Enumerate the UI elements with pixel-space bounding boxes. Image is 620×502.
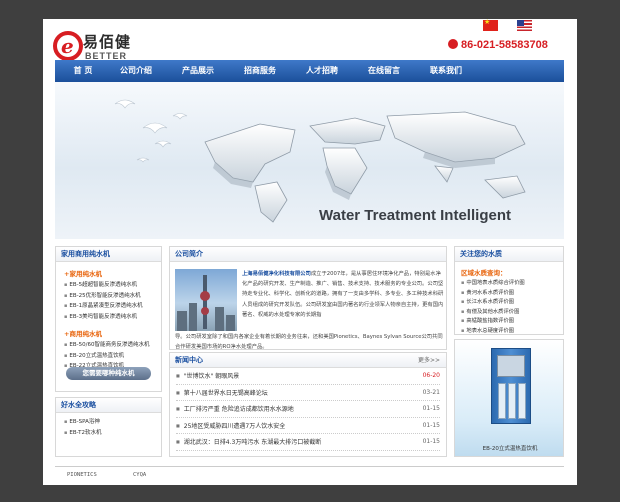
page: e 易佰健 BETTER 86-021-58583708 首 页 公司介绍 产品… <box>43 19 577 485</box>
banner: Water Treatment Intelligent <box>55 82 564 239</box>
footer-link[interactable]: PIONETICS <box>67 472 97 478</box>
us-flag-icon[interactable] <box>517 20 532 31</box>
water-quality-title: 关注您的水质 <box>455 247 563 262</box>
products-title: 家用商用纯水机 <box>56 247 161 262</box>
product-link[interactable]: EB-20立式温热直饮机 <box>64 351 161 362</box>
banner-tagline: Water Treatment Intelligent <box>319 207 511 224</box>
news-item-date: 01-15 <box>422 405 440 412</box>
nav-home[interactable]: 首 页 <box>61 60 105 82</box>
commercial-category[interactable]: +商用纯水机 <box>64 328 161 338</box>
water-quality-link[interactable]: 地表水总硬度评价图 <box>461 327 563 337</box>
household-category[interactable]: +家用纯水机 <box>64 268 161 278</box>
water-quality-link[interactable]: 中国地表水质综合评价图 <box>461 279 563 289</box>
news-item-title[interactable]: 湖北武汉：日排4.3万吨污水 东湖最大排污口被截断 <box>176 434 321 450</box>
about-text: 上海易佰健净化科技有限公司成立于2007年，是从事居住环境净化产品，特别是水净化… <box>242 269 444 320</box>
logo-mark: e <box>53 31 83 61</box>
tips-box: 好水全攻略 EB-SPA浴神 EB-T2软水机 <box>55 397 162 457</box>
nav-business[interactable]: 招商服务 <box>229 60 291 82</box>
tips-link[interactable]: EB-T2软水机 <box>64 428 161 439</box>
tips-title: 好水全攻略 <box>56 398 161 413</box>
which-purifier-button[interactable]: 您需要哪种纯水机 <box>66 367 151 380</box>
phone-number: 86-021-58583708 <box>448 39 548 51</box>
china-flag-icon[interactable] <box>483 19 498 31</box>
product-link[interactable]: EB-25优形智能反渗透纯水机 <box>64 291 161 302</box>
about-title: 公司简介 <box>170 247 446 262</box>
nav-about[interactable]: 公司介绍 <box>105 60 167 82</box>
company-name[interactable]: 上海易佰健净化科技有限公司 <box>242 271 311 277</box>
company-photo <box>175 269 237 331</box>
region-query-label: 区域水质查询： <box>461 269 507 277</box>
news-more-link[interactable]: 更多>> <box>418 353 446 367</box>
product-caption: EB-20立式温热直饮机 <box>482 446 538 452</box>
news-item[interactable]: 25地区受威胁四川遭遇7万人饮水安全 01-15 <box>176 418 440 434</box>
water-quality-link[interactable]: 黄河水系水质评价图 <box>461 289 563 299</box>
news-item[interactable]: "世博饮水" 朝眼风景 06-20 <box>176 368 440 385</box>
water-quality-link[interactable]: 长江水系水质评价图 <box>461 298 563 308</box>
news-item[interactable]: 第十八届世界水日无锡高峰论坛 03-21 <box>176 385 440 401</box>
product-showcase[interactable]: EB-20立式温热直饮机 <box>454 339 564 457</box>
news-item-date: 01-15 <box>422 438 440 445</box>
news-item-date: 01-15 <box>422 421 440 429</box>
product-link[interactable]: EB-1原晶紧凑型反渗透纯水机 <box>64 301 161 312</box>
product-link[interactable]: EB-3美吗智能反渗透纯水机 <box>64 312 161 323</box>
news-item-date: 06-20 <box>422 372 440 379</box>
nav-jobs[interactable]: 人才招聘 <box>291 60 353 82</box>
news-title: 新闻中心 <box>175 356 203 364</box>
footer: PIONETICS CYQA <box>55 466 564 485</box>
tips-link[interactable]: EB-SPA浴神 <box>64 417 161 428</box>
phone-text: 86-021-58583708 <box>461 39 548 51</box>
product-link[interactable]: EB-50/60智能商务反渗透纯水机 <box>64 340 161 351</box>
about-description: 成立于2007年，是从事居住环境净化产品，特别是水净化产品的研究开发、生产制造、… <box>242 271 444 318</box>
products-box: 家用商用纯水机 +家用纯水机 EB-5超超智能反渗透纯水机 EB-25优形智能反… <box>55 246 162 392</box>
product-link[interactable]: EB-5超超智能反渗透纯水机 <box>64 280 161 291</box>
nav-contact[interactable]: 联系我们 <box>415 60 477 82</box>
about-text-continued: 导。公司研发室除了和国内各家企业有着长期的业务往来，还和美国Pionetics、… <box>175 334 443 350</box>
news-item[interactable]: 工厂排污严重 危险追访成都饮用水水源地 01-15 <box>176 401 440 418</box>
water-purifier-image <box>491 348 531 424</box>
news-item[interactable]: 湖北武汉：日排4.3万吨污水 东湖最大排污口被截断 01-15 <box>176 434 440 451</box>
news-item-title[interactable]: 第十八届世界水日无锡高峰论坛 <box>176 385 268 401</box>
about-box: 公司简介 上海易佰健净化科技有限公司成立于2007年，是从事居住环境净化产品，特… <box>169 246 447 350</box>
footer-link[interactable]: CYQA <box>133 472 146 478</box>
logo-cn-text: 易佰健 <box>83 33 132 51</box>
water-quality-link[interactable]: 有偿及其他水质评价图 <box>461 308 563 318</box>
news-item-title[interactable]: 工厂排污严重 危险追访成都饮用水水源地 <box>176 401 294 417</box>
news-item-title[interactable]: 25地区受威胁四川遭遇7万人饮水安全 <box>176 418 285 434</box>
nav-products[interactable]: 产品展示 <box>167 60 229 82</box>
news-header: 新闻中心 更多>> <box>170 353 446 368</box>
news-box: 新闻中心 更多>> "世博饮水" 朝眼风景 06-20 第十八届世界水日无锡高峰论… <box>169 352 447 457</box>
phone-icon <box>448 39 458 49</box>
news-item-title[interactable]: "世博饮水" 朝眼风景 <box>176 368 239 384</box>
nav-message[interactable]: 在线留言 <box>353 60 415 82</box>
water-quality-link[interactable]: 高锰酸盐指数评价图 <box>461 317 563 327</box>
main-nav: 首 页 公司介绍 产品展示 招商服务 人才招聘 在线留言 联系我们 <box>55 60 564 82</box>
news-item-date: 03-21 <box>422 388 440 396</box>
water-quality-box: 关注您的水质 区域水质查询： 中国地表水质综合评价图 黄河水系水质评价图 长江水… <box>454 246 564 335</box>
